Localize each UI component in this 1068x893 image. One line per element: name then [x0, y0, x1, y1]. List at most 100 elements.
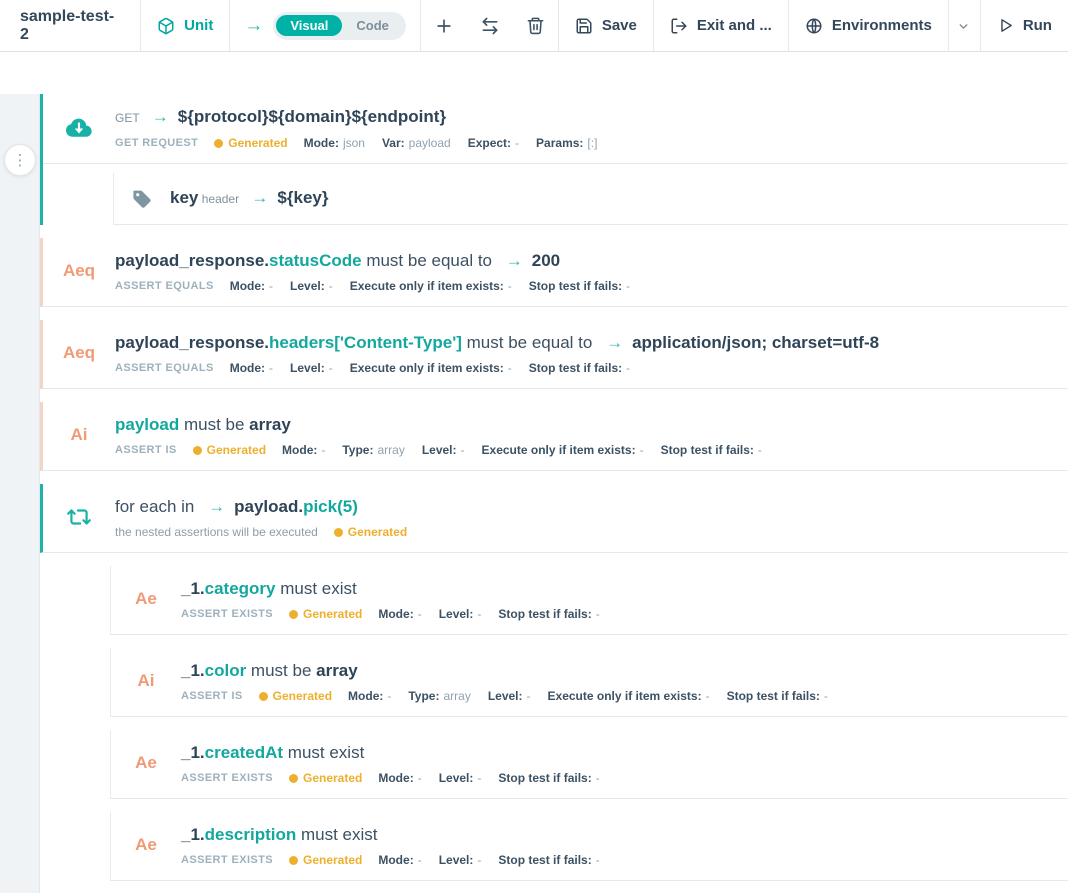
badge-column: Aeq [43, 249, 115, 293]
step-type-caption: ASSERT EXISTS [181, 772, 273, 784]
badge-column: Ae [111, 577, 181, 621]
step-type-caption: ASSERT IS [181, 690, 243, 702]
step-type-caption: the nested assertions will be executed [115, 525, 318, 539]
step-content: payload_response.headers['Content-Type']… [115, 331, 1068, 375]
step-title: _1.createdAt must exist [181, 741, 1068, 765]
trash-icon [526, 16, 545, 35]
tab-visual[interactable]: Visual [276, 15, 342, 36]
step-type-caption: ASSERT EXISTS [181, 608, 273, 620]
meta-item: Level:- [290, 361, 333, 375]
cloud-download-icon [64, 113, 94, 143]
assert-badge: Aeq [63, 343, 95, 363]
step-get-request[interactable]: GET →${protocol}${domain}${endpoint} GET… [40, 94, 1068, 225]
left-rail: ⋮ [0, 94, 40, 893]
meta-item: Mode:json [304, 136, 365, 150]
globe-icon [805, 17, 823, 35]
exit-button[interactable]: Exit and ... [654, 0, 788, 51]
add-component-button[interactable] [421, 0, 467, 51]
generated-badge: Generated [334, 525, 407, 539]
meta-item: Mode:- [348, 689, 391, 703]
generated-dot-icon [334, 528, 343, 537]
step-content: GET →${protocol}${domain}${endpoint} GET… [115, 105, 1068, 150]
play-icon [997, 17, 1014, 34]
step-meta: ASSERT EQUALS Mode:-Level:-Execute only … [115, 361, 1068, 375]
test-canvas: ⋮ GET →${protocol}${domain}${endpoint} G… [0, 94, 1068, 893]
step-assert-is-color[interactable]: Ai _1.color must be array ASSERT IS Gene… [110, 648, 1068, 717]
step-assert-is-payload[interactable]: Ai payload must be array ASSERT IS Gener… [40, 402, 1068, 471]
step-title: _1.description must exist [181, 823, 1068, 847]
meta-item: Level:- [488, 689, 531, 703]
more-options-button[interactable]: ⋮ [4, 144, 36, 176]
generated-badge: Generated [289, 853, 362, 867]
step-meta: ASSERT EQUALS Mode:-Level:-Execute only … [115, 279, 1068, 293]
step-type-caption: ASSERT EQUALS [115, 280, 214, 292]
meta-item: Execute only if item exists:- [350, 279, 512, 293]
badge-column: Ae [111, 741, 181, 785]
generated-badge: Generated [193, 443, 266, 457]
meta-item: Level:- [439, 607, 482, 621]
step-assert-exists-createdat[interactable]: Ae _1.createdAt must exist ASSERT EXISTS… [110, 730, 1068, 799]
meta-item: Type:array [342, 443, 404, 457]
badge-column: Ai [43, 413, 115, 457]
step-meta: ASSERT EXISTS Generated Mode:-Level:-Sto… [181, 853, 1068, 867]
step-title: _1.color must be array [181, 659, 1068, 683]
environments-dropdown-button[interactable] [948, 0, 980, 52]
step-title: key header →${key} [170, 186, 1068, 211]
badge-column: Aeq [43, 331, 115, 375]
badge-column: Ae [111, 823, 181, 867]
loop-repeat-icon [66, 504, 92, 530]
environments-button[interactable]: Environments [789, 0, 948, 51]
meta-item: Stop test if fails:- [727, 689, 828, 703]
swap-arrows-icon [480, 16, 500, 36]
reorder-button[interactable] [467, 0, 513, 51]
meta-item: Execute only if item exists:- [548, 689, 710, 703]
step-content: _1.color must be array ASSERT IS Generat… [181, 659, 1068, 703]
meta-item: Stop test if fails:- [661, 443, 762, 457]
unit-box-icon [157, 17, 175, 35]
step-meta: ASSERT IS Generated Mode:-Type:arrayLeve… [115, 443, 1068, 457]
badge-column [114, 188, 170, 210]
view-toggle: Visual Code [273, 12, 406, 40]
test-name: sample-test-2 [0, 0, 140, 51]
step-assert-equals-content-type[interactable]: Aeq payload_response.headers['Content-Ty… [40, 320, 1068, 389]
meta-item: Stop test if fails:- [498, 853, 599, 867]
assert-badge: Ae [135, 753, 157, 773]
meta-item: Level:- [439, 853, 482, 867]
generated-badge: Generated [259, 689, 332, 703]
step-meta: ASSERT EXISTS Generated Mode:-Level:-Sto… [181, 771, 1068, 785]
meta-item: Mode:- [378, 607, 421, 621]
generated-badge: Generated [289, 607, 362, 621]
save-floppy-icon [575, 17, 593, 35]
tab-code[interactable]: Code [342, 15, 403, 36]
step-for-each[interactable]: for each in →payload.pick(5) the nested … [40, 484, 1068, 553]
meta-item: Mode:- [230, 279, 273, 293]
generated-dot-icon [214, 139, 223, 148]
for-each-children: Ae _1.category must exist ASSERT EXISTS … [40, 566, 1068, 893]
step-type-caption: ASSERT IS [115, 444, 177, 456]
delete-button[interactable] [513, 0, 558, 51]
generated-dot-icon [193, 446, 202, 455]
step-key-header[interactable]: key header →${key} [113, 173, 1068, 225]
steps-list: GET →${protocol}${domain}${endpoint} GET… [40, 94, 1068, 893]
badge-column [43, 495, 115, 539]
get-request-row[interactable]: GET →${protocol}${domain}${endpoint} GET… [43, 94, 1068, 164]
run-button[interactable]: Run [981, 0, 1068, 51]
step-assert-exists-category[interactable]: Ae _1.category must exist ASSERT EXISTS … [110, 566, 1068, 635]
top-spacer [0, 52, 1068, 94]
chevron-down-icon [957, 20, 970, 33]
unit-button[interactable]: Unit [141, 0, 229, 51]
step-assert-equals-status[interactable]: Aeq payload_response.statusCode must be … [40, 238, 1068, 307]
generated-badge: Generated [289, 771, 362, 785]
step-assert-exists-description[interactable]: Ae _1.description must exist ASSERT EXIS… [110, 812, 1068, 881]
save-button[interactable]: Save [559, 0, 653, 51]
badge-column [43, 105, 115, 150]
step-content: _1.createdAt must exist ASSERT EXISTS Ge… [181, 741, 1068, 785]
step-title: GET →${protocol}${domain}${endpoint} [115, 105, 1068, 130]
step-meta: ASSERT IS Generated Mode:-Type:arrayLeve… [181, 689, 1068, 703]
step-title: for each in →payload.pick(5) [115, 495, 1068, 519]
arrow-icon: → [230, 0, 267, 51]
toolbar: sample-test-2 Unit → Visual Code Save [0, 0, 1068, 52]
step-meta: GET REQUEST Generated Mode:jsonVar:paylo… [115, 136, 1068, 150]
assert-badge: Aeq [63, 261, 95, 281]
plus-icon [434, 16, 454, 36]
